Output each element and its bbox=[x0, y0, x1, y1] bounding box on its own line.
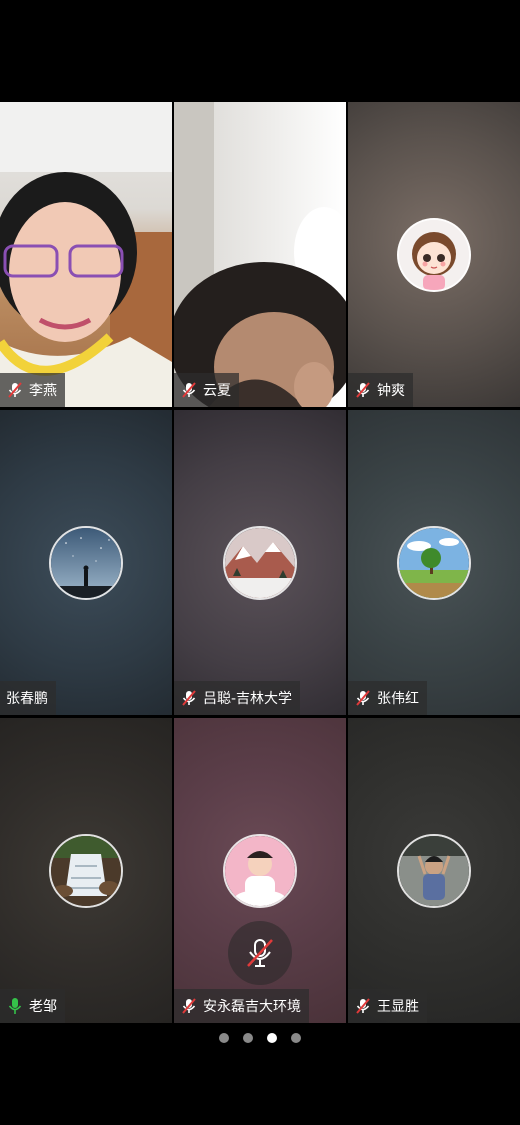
mic-muted-icon bbox=[8, 382, 22, 398]
avatar-tree-field bbox=[397, 525, 471, 600]
page-dot-4[interactable] bbox=[291, 1033, 301, 1043]
mic-muted-icon bbox=[247, 939, 273, 967]
participant-tile-6[interactable]: 张伟红 bbox=[348, 410, 520, 715]
participant-label-1: 李燕 bbox=[0, 373, 65, 407]
avatar-baby bbox=[223, 833, 297, 908]
page-dot-2[interactable] bbox=[243, 1033, 253, 1043]
participant-name: 安永磊吉大环境 bbox=[203, 999, 301, 1015]
mic-muted-icon bbox=[182, 690, 196, 706]
participant-name: 李燕 bbox=[29, 383, 57, 399]
avatar-waterfall bbox=[49, 833, 123, 908]
participant-name: 老邹 bbox=[29, 999, 57, 1015]
participant-tile-5[interactable]: 吕聪-吉林大学 bbox=[174, 410, 346, 715]
mic-active-icon bbox=[8, 998, 22, 1014]
participant-tile-9[interactable]: 王显胜 bbox=[348, 718, 520, 1023]
mic-muted-icon bbox=[356, 382, 370, 398]
participant-label-5: 吕聪-吉林大学 bbox=[174, 681, 301, 715]
participant-label-6: 张伟红 bbox=[348, 681, 427, 715]
participant-tile-1[interactable]: 李燕 bbox=[0, 102, 172, 407]
participant-label-3: 钟爽 bbox=[348, 373, 413, 407]
participant-label-2: 云夏 bbox=[174, 373, 239, 407]
page-dot-3[interactable] bbox=[267, 1033, 277, 1043]
participant-name: 云夏 bbox=[203, 383, 231, 399]
mute-indicator-overlay bbox=[228, 921, 292, 985]
participant-tile-4[interactable]: 张春鹏 bbox=[0, 410, 172, 715]
participant-label-8: 安永磊吉大环境 bbox=[174, 989, 309, 1023]
page-indicator[interactable] bbox=[0, 1033, 520, 1043]
participant-name: 张春鹏 bbox=[6, 691, 48, 707]
participant-name: 吕聪-吉林大学 bbox=[203, 691, 293, 707]
participant-tile-3[interactable]: 钟爽 bbox=[348, 102, 520, 407]
participant-tile-7[interactable]: 老邹 bbox=[0, 718, 172, 1023]
mic-muted-icon bbox=[356, 998, 370, 1014]
page-dot-1[interactable] bbox=[219, 1033, 229, 1043]
participant-label-9: 王显胜 bbox=[348, 989, 427, 1023]
participant-tile-2[interactable]: 云夏 bbox=[174, 102, 346, 407]
participant-video-1 bbox=[0, 102, 172, 407]
participant-name: 钟爽 bbox=[377, 383, 405, 399]
participant-name: 王显胜 bbox=[377, 999, 419, 1015]
avatar-snowy-mountain bbox=[223, 525, 297, 600]
participant-name: 张伟红 bbox=[377, 691, 419, 707]
video-grid: 李燕 云夏 钟爽 张春鹏 吕聪-吉林大学 张伟红 老邹 安永磊吉大环境 王显胜 bbox=[0, 102, 520, 1023]
participant-label-7: 老邹 bbox=[0, 989, 65, 1023]
participant-video-2 bbox=[174, 102, 346, 407]
mic-muted-icon bbox=[356, 690, 370, 706]
avatar-child bbox=[397, 833, 471, 908]
mic-muted-icon bbox=[182, 998, 196, 1014]
avatar-cartoon-girl bbox=[397, 217, 471, 292]
avatar-starry-sky bbox=[49, 525, 123, 600]
mic-muted-icon bbox=[182, 382, 196, 398]
participant-label-4: 张春鹏 bbox=[0, 681, 56, 715]
participant-tile-8[interactable]: 安永磊吉大环境 bbox=[174, 718, 346, 1023]
